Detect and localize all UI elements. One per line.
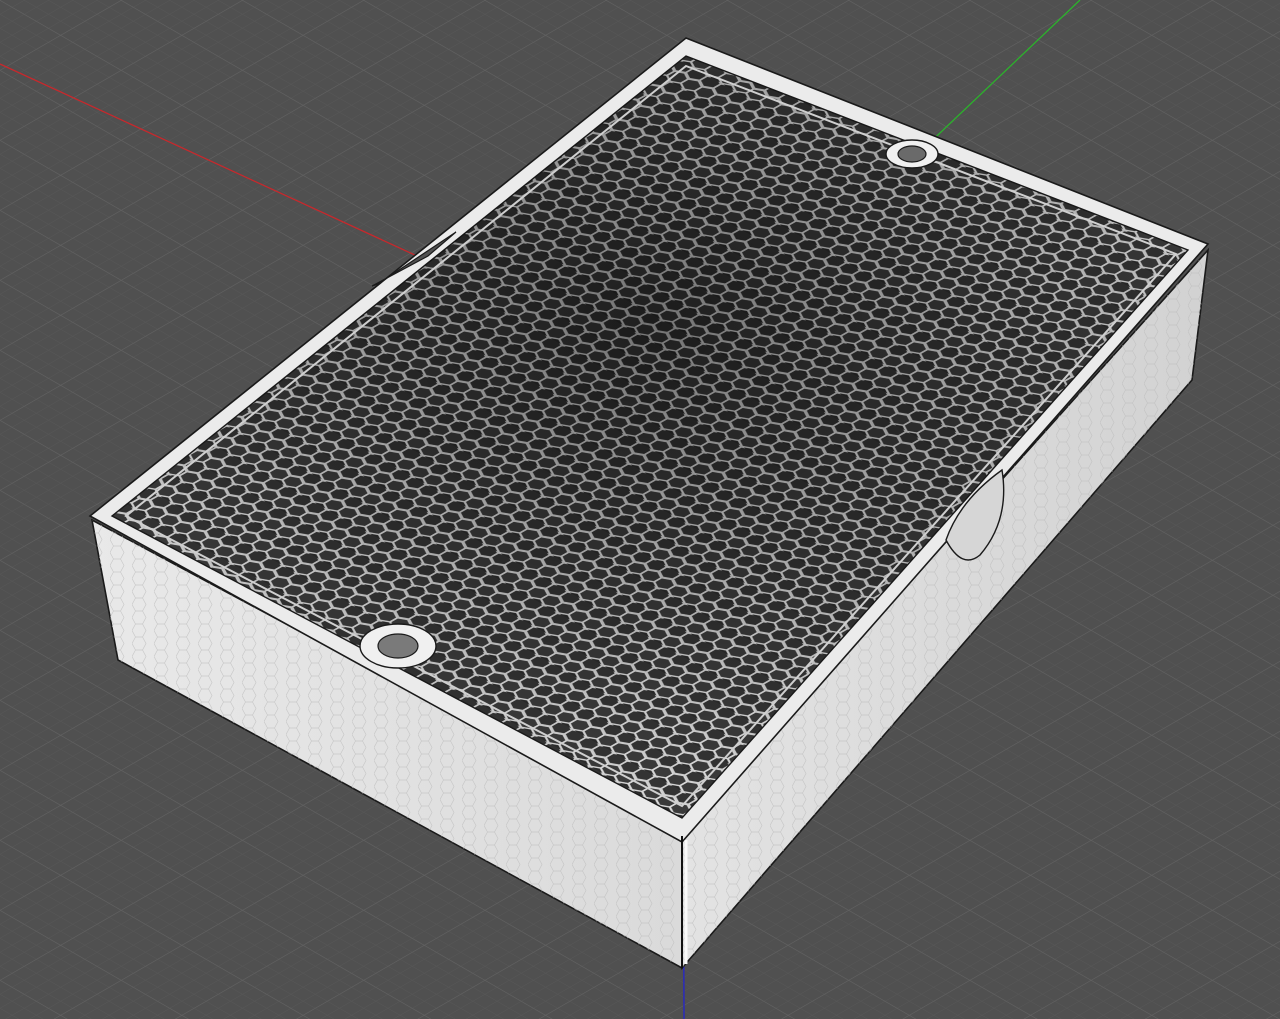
mounting-hole-bottom[interactable]: [359, 623, 437, 669]
mounting-hole-top[interactable]: [885, 139, 939, 169]
viewport-canvas[interactable]: [0, 0, 1280, 1019]
3d-viewport[interactable]: [0, 0, 1280, 1019]
